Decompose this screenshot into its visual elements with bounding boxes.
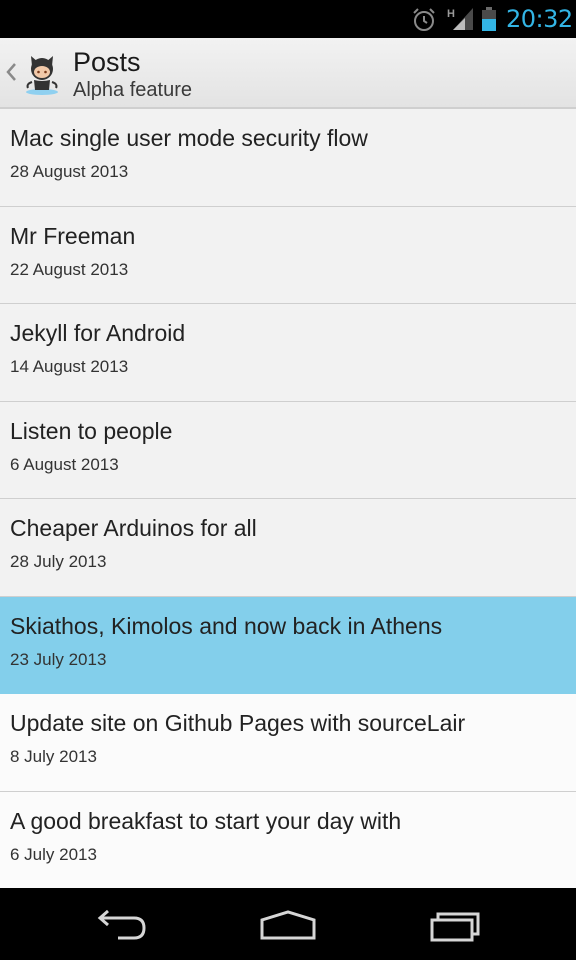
post-title: Update site on Github Pages with sourceL…: [10, 710, 466, 736]
post-date: 22 August 2013: [10, 259, 129, 279]
post-date: 14 August 2013: [10, 357, 129, 376]
post-date: 6 August 2013: [10, 454, 119, 474]
list-item[interactable]: Listen to people 6 August 2013: [0, 402, 576, 499]
list-item[interactable]: Jekyll for Android 14 August 2013: [0, 304, 576, 402]
list-item[interactable]: A good breakfast to start your day with …: [0, 791, 576, 888]
post-title: Cheaper Arduinos for all: [10, 515, 257, 541]
post-list: Mac single user mode security flow 28 Au…: [0, 109, 576, 888]
signal-icon: H: [447, 8, 473, 30]
post-title: Mr Freeman: [10, 222, 136, 249]
navigation-bar: [0, 888, 576, 960]
post-title: Jekyll for Android: [10, 320, 186, 346]
battery-icon: [482, 7, 496, 31]
action-bar: Posts Alpha feature: [0, 38, 576, 109]
post-title: Mac single user mode security flow: [10, 125, 368, 151]
post-date: 6 July 2013: [10, 844, 97, 864]
post-date: 8 July 2013: [10, 747, 97, 766]
network-type-label: H: [447, 8, 455, 20]
status-clock: 20:32: [506, 5, 573, 33]
list-item-selected[interactable]: Skiathos, Kimolos and now back in Athens…: [0, 596, 576, 694]
page-subtitle: Alpha feature: [73, 79, 192, 101]
post-date: 28 August 2013: [10, 162, 129, 181]
post-title: Listen to people: [10, 417, 173, 444]
list-item[interactable]: Update site on Github Pages with sourceL…: [0, 694, 576, 792]
list-item[interactable]: Mr Freeman 22 August 2013: [0, 207, 576, 304]
octocat-logo-icon[interactable]: [20, 52, 64, 96]
list-item[interactable]: Cheaper Arduinos for all 28 July 2013: [0, 499, 576, 597]
post-date: 28 July 2013: [10, 552, 107, 571]
post-title: A good breakfast to start your day with: [10, 807, 402, 834]
recent-apps-icon[interactable]: [424, 904, 488, 944]
up-navigation-caret-icon[interactable]: [5, 62, 17, 82]
post-date: 23 July 2013: [10, 649, 107, 669]
alarm-icon: [413, 8, 435, 31]
post-title: Skiathos, Kimolos and now back in Athens: [10, 612, 443, 639]
list-item[interactable]: Mac single user mode security flow 28 Au…: [0, 109, 576, 207]
page-title: Posts: [73, 47, 141, 77]
back-icon[interactable]: [88, 904, 152, 944]
status-bar: H 20:32: [0, 0, 576, 38]
home-icon[interactable]: [256, 904, 320, 944]
